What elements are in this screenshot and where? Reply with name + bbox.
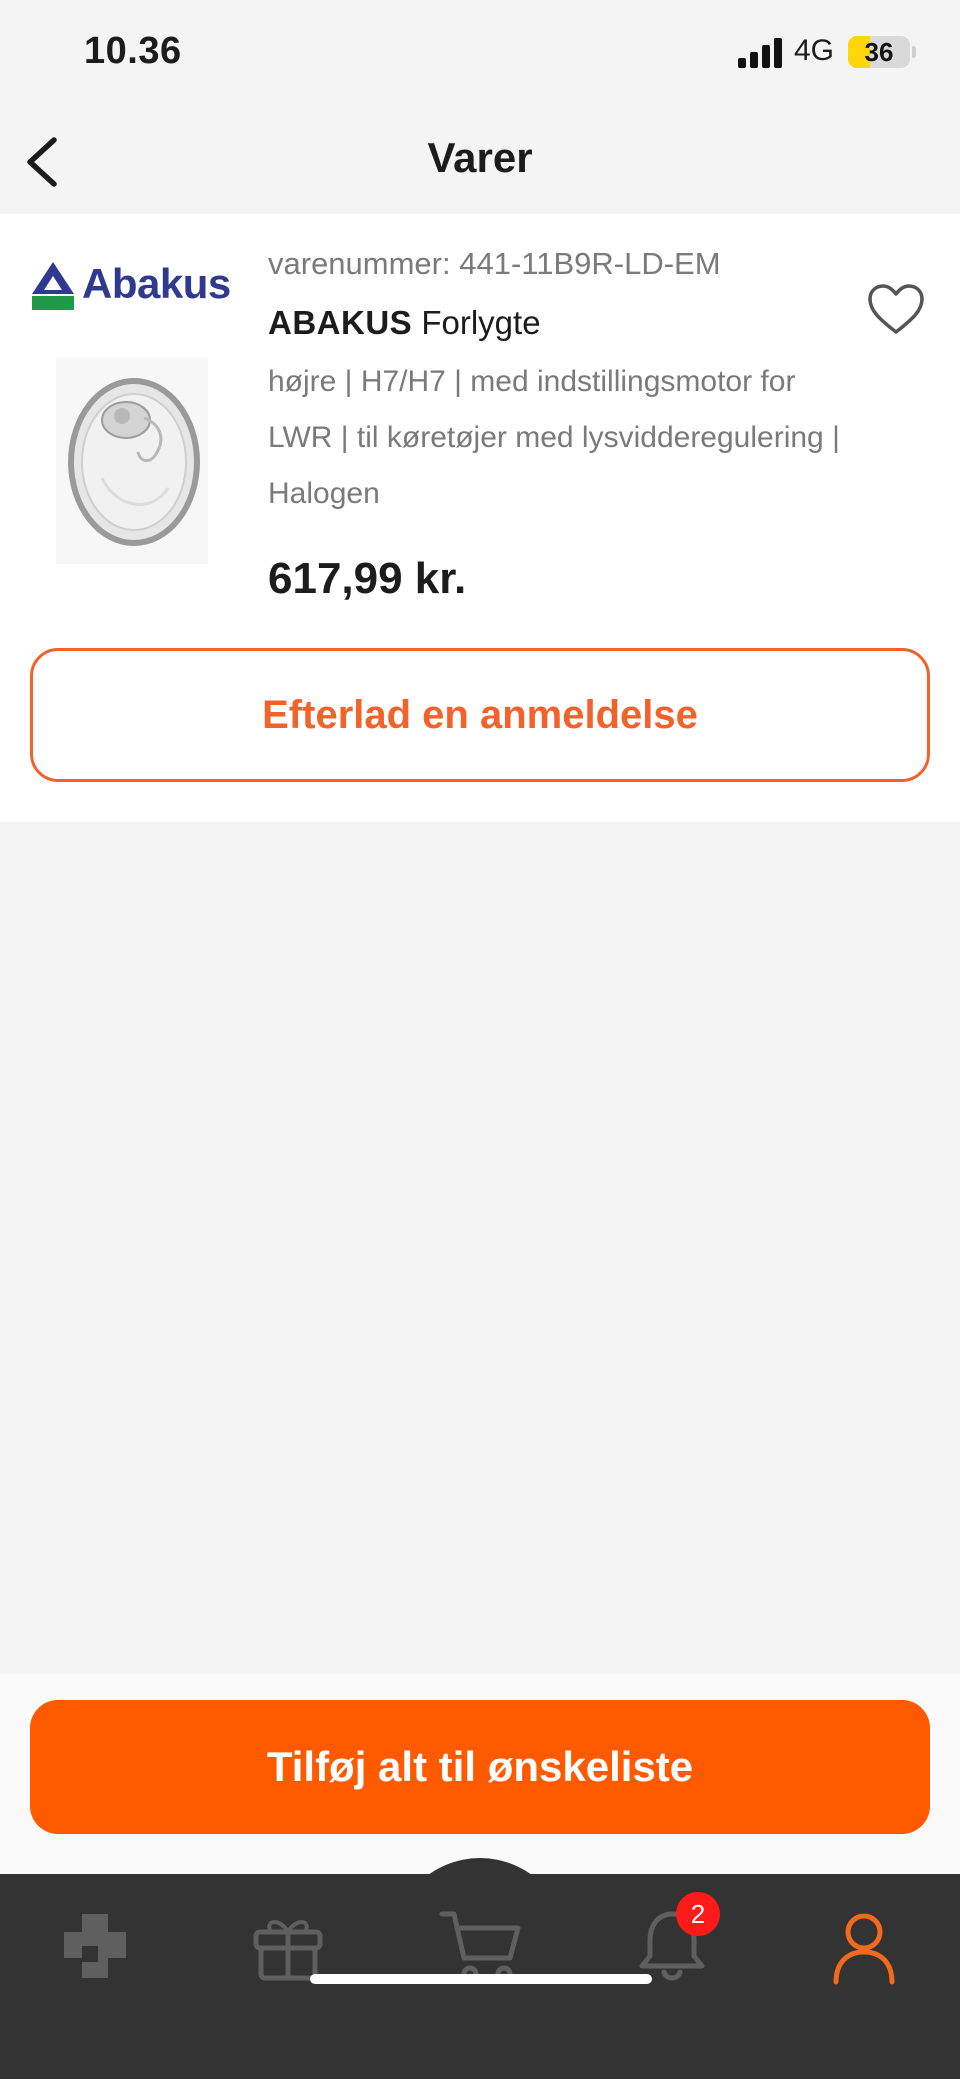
battery-cap: [912, 46, 916, 58]
status-time: 10.36: [84, 30, 182, 72]
battery-icon: 36: [848, 36, 910, 68]
item-number: varenummer: 441-11B9R-LD-EM: [268, 246, 721, 281]
brand-logo: Abakus: [30, 258, 240, 314]
parts-icon: [64, 1914, 126, 1978]
product-card[interactable]: Abakus varenummer: 441-11B9R-LD-EM ABAKU…: [0, 214, 960, 822]
network-label: 4G: [794, 34, 835, 67]
page-title: Varer: [427, 134, 533, 181]
add-all-to-wishlist-button[interactable]: Tilføj alt til ønskeliste: [30, 1700, 930, 1834]
product-description: højre | H7/H7 | med indstillingsmotor fo…: [268, 365, 840, 510]
product-title[interactable]: ABAKUS Forlygte: [268, 304, 541, 342]
bottom-action-panel: Tilføj alt til ønskeliste: [0, 1674, 960, 1874]
notification-badge: 2: [676, 1892, 720, 1936]
tab-parts[interactable]: [52, 1902, 140, 1990]
status-bar: 10.36 4G 36: [0, 0, 960, 110]
signal-icon: [738, 38, 782, 68]
battery-level: 36: [864, 37, 894, 67]
headlight-image: [68, 378, 200, 546]
home-indicator: [310, 1974, 652, 1984]
favorite-button[interactable]: [866, 282, 926, 338]
product-brand: ABAKUS: [268, 304, 413, 341]
product-price: 617,99 kr.: [268, 554, 467, 603]
product-image[interactable]: [56, 358, 208, 564]
review-button[interactable]: Efterlad en anmeldelse: [30, 648, 930, 782]
person-icon: [833, 1913, 895, 1985]
brand-logo-text: Abakus: [82, 260, 231, 307]
header: Varer: [0, 110, 960, 214]
product-name: Forlygte: [421, 304, 541, 341]
heart-outline-icon: [868, 284, 924, 334]
brand-logo-mark: [32, 262, 74, 310]
tab-profile[interactable]: [820, 1902, 908, 1990]
